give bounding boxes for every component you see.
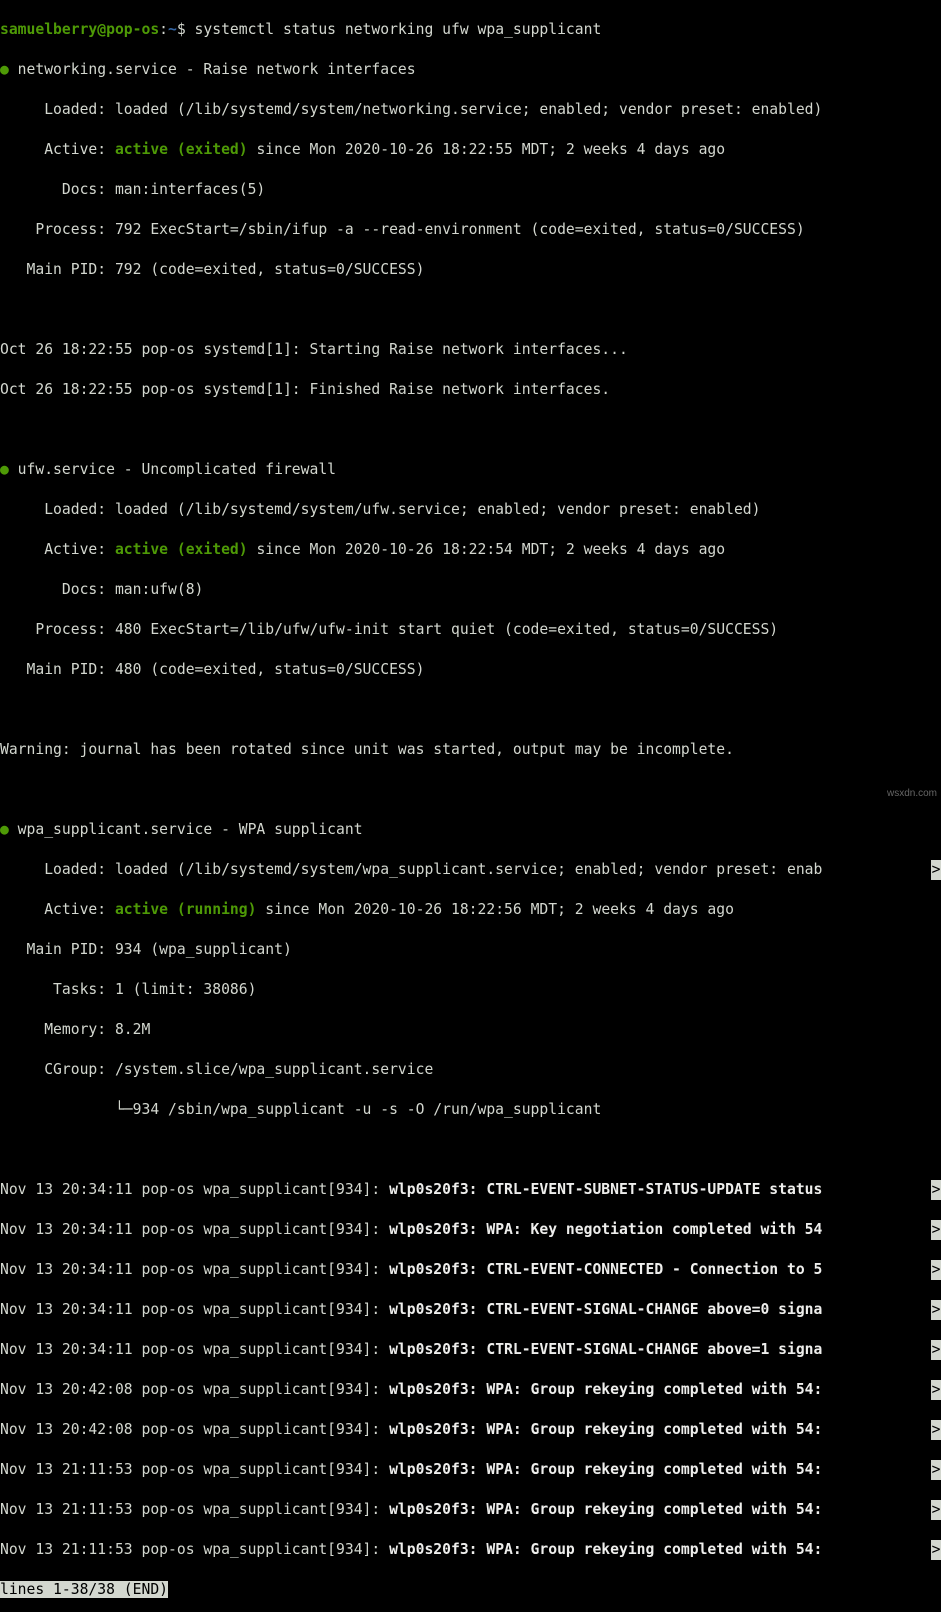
bullet-icon: ● <box>0 461 9 478</box>
bullet-icon: ● <box>0 821 9 838</box>
prompt-sep1: : <box>159 21 168 38</box>
output-line: Nov 13 21:11:53 pop-os wpa_supplicant[93… <box>0 1540 941 1560</box>
output-line: Oct 26 18:22:55 pop-os systemd[1]: Finis… <box>0 380 941 400</box>
overflow-icon: > <box>931 1300 941 1320</box>
overflow-icon: > <box>931 1340 941 1360</box>
prompt-sep2: $ <box>177 21 195 38</box>
output-line: Active: active (exited) since Mon 2020-1… <box>0 140 941 160</box>
overflow-icon: > <box>931 1180 941 1200</box>
output-line: Memory: 8.2M <box>0 1020 941 1040</box>
output-line: └─934 /sbin/wpa_supplicant -u -s -O /run… <box>0 1100 941 1120</box>
output-line <box>0 700 941 720</box>
overflow-icon: > <box>931 1220 941 1240</box>
output-line: Active: active (running) since Mon 2020-… <box>0 900 941 920</box>
bullet-icon: ● <box>0 61 9 78</box>
output-line: Nov 13 20:42:08 pop-os wpa_supplicant[93… <box>0 1420 941 1440</box>
output-line: Nov 13 21:11:53 pop-os wpa_supplicant[93… <box>0 1460 941 1480</box>
output-line: Oct 26 18:22:55 pop-os systemd[1]: Start… <box>0 340 941 360</box>
overflow-icon: > <box>931 1540 941 1560</box>
output-line: Nov 13 20:34:11 pop-os wpa_supplicant[93… <box>0 1340 941 1360</box>
output-line: Nov 13 20:42:08 pop-os wpa_supplicant[93… <box>0 1380 941 1400</box>
overflow-icon: > <box>931 1420 941 1440</box>
output-line: Process: 792 ExecStart=/sbin/ifup -a --r… <box>0 220 941 240</box>
output-line: ● wpa_supplicant.service - WPA supplican… <box>0 820 941 840</box>
output-line: Loaded: loaded (/lib/systemd/system/ufw.… <box>0 500 941 520</box>
output-line: ● ufw.service - Uncomplicated firewall <box>0 460 941 480</box>
output-line: Main PID: 792 (code=exited, status=0/SUC… <box>0 260 941 280</box>
output-line: Nov 13 20:34:11 pop-os wpa_supplicant[93… <box>0 1220 941 1240</box>
overflow-icon: > <box>931 1260 941 1280</box>
output-line <box>0 780 941 800</box>
terminal[interactable]: samuelberry@pop-os:~$ systemctl status n… <box>0 0 941 1612</box>
output-line: Process: 480 ExecStart=/lib/ufw/ufw-init… <box>0 620 941 640</box>
output-line <box>0 300 941 320</box>
output-line: Nov 13 21:11:53 pop-os wpa_supplicant[93… <box>0 1500 941 1520</box>
overflow-icon: > <box>931 860 941 880</box>
output-line: Main PID: 934 (wpa_supplicant) <box>0 940 941 960</box>
output-line: Docs: man:interfaces(5) <box>0 180 941 200</box>
output-line: Active: active (exited) since Mon 2020-1… <box>0 540 941 560</box>
prompt-line: samuelberry@pop-os:~$ systemctl status n… <box>0 20 941 40</box>
overflow-icon: > <box>931 1380 941 1400</box>
output-line: Nov 13 20:34:11 pop-os wpa_supplicant[93… <box>0 1180 941 1200</box>
pager-status: lines 1-38/38 (END) <box>0 1580 941 1600</box>
output-line: Loaded: loaded (/lib/systemd/system/netw… <box>0 100 941 120</box>
command: systemctl status networking ufw wpa_supp… <box>195 21 602 38</box>
output-line: Main PID: 480 (code=exited, status=0/SUC… <box>0 660 941 680</box>
output-line: Warning: journal has been rotated since … <box>0 740 941 760</box>
output-line: ● networking.service - Raise network int… <box>0 60 941 80</box>
output-line: Tasks: 1 (limit: 38086) <box>0 980 941 1000</box>
overflow-icon: > <box>931 1500 941 1520</box>
output-line <box>0 1140 941 1160</box>
prompt-dir: ~ <box>168 21 177 38</box>
prompt-user: samuelberry@pop-os <box>0 21 159 38</box>
output-line <box>0 420 941 440</box>
output-line: Docs: man:ufw(8) <box>0 580 941 600</box>
output-line: Loaded: loaded (/lib/systemd/system/wpa_… <box>0 860 941 880</box>
output-line: Nov 13 20:34:11 pop-os wpa_supplicant[93… <box>0 1260 941 1280</box>
output-line: Nov 13 20:34:11 pop-os wpa_supplicant[93… <box>0 1300 941 1320</box>
pager-status-text: lines 1-38/38 (END) <box>0 1581 168 1598</box>
overflow-icon: > <box>931 1460 941 1480</box>
watermark: wsxdn.com <box>887 784 937 804</box>
output-line: CGroup: /system.slice/wpa_supplicant.ser… <box>0 1060 941 1080</box>
